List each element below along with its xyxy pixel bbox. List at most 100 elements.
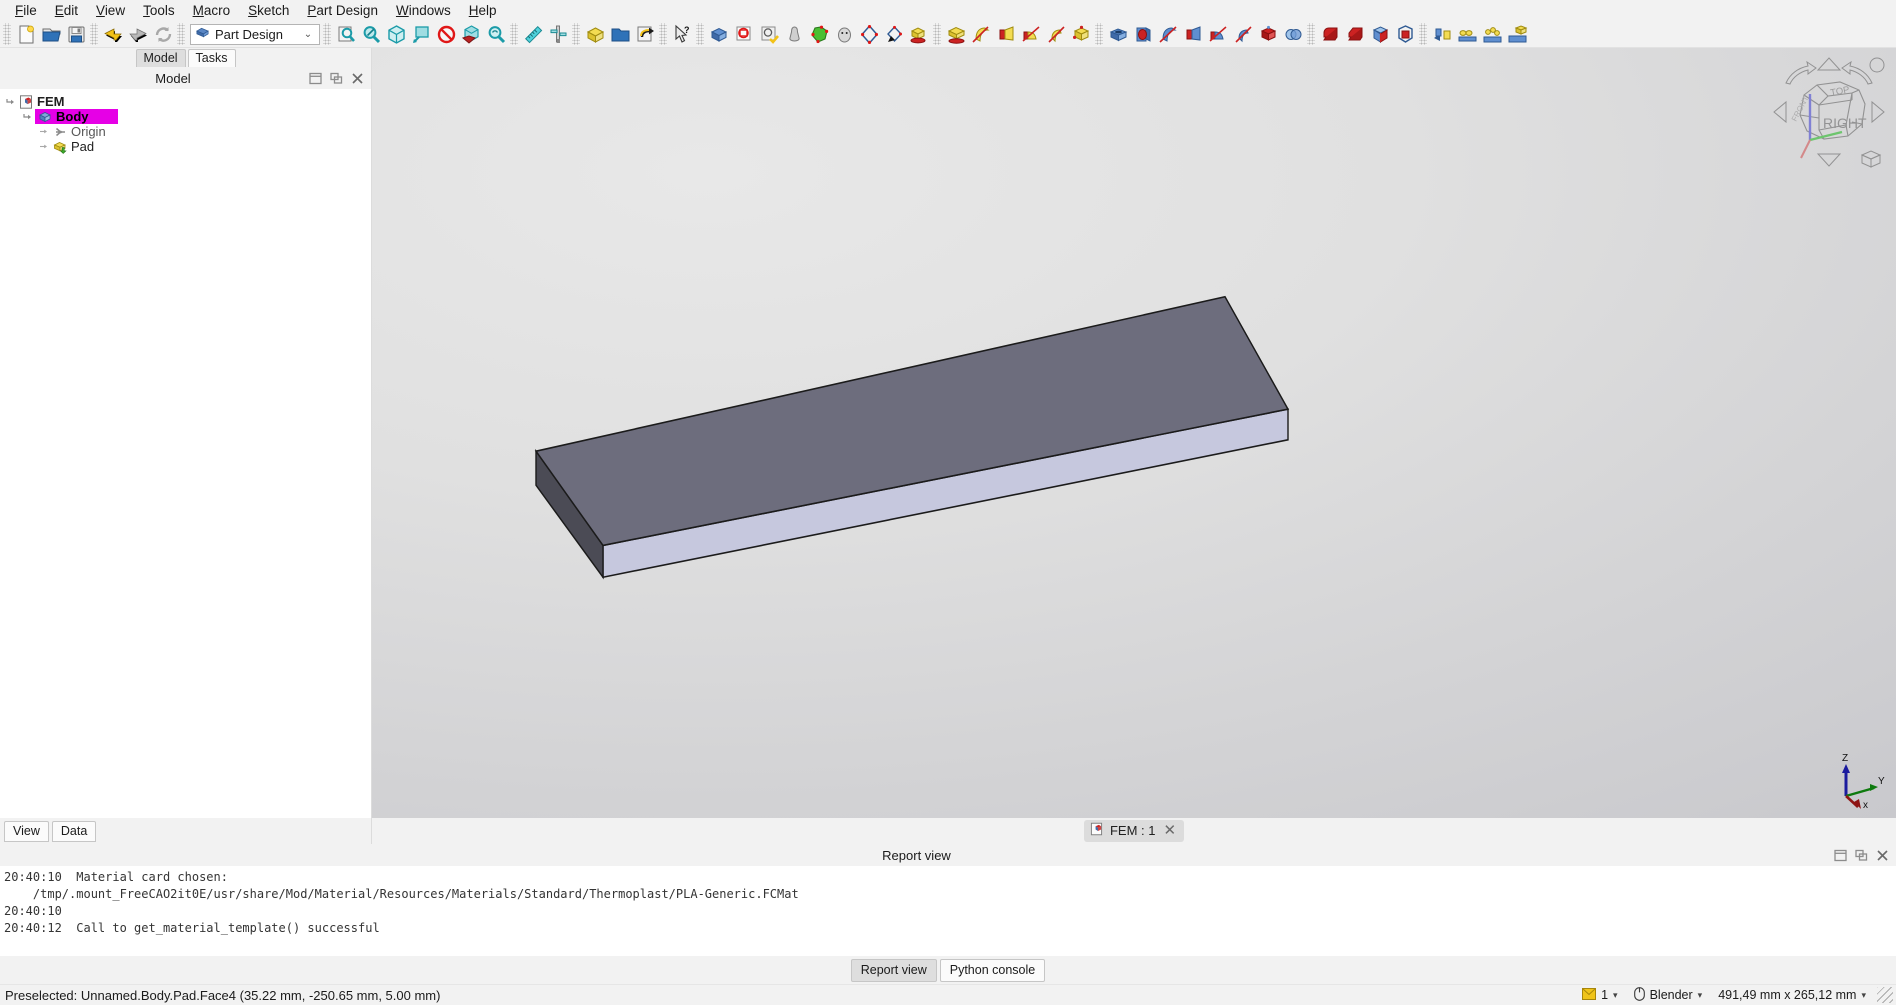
toolbar-handle-pd-helper[interactable] — [696, 23, 704, 45]
toolbar-handle-pd-additive[interactable] — [933, 23, 941, 45]
navigation-style-cell[interactable]: Blender ▾ — [1628, 985, 1709, 1005]
tab-model[interactable]: Model — [135, 49, 186, 67]
chevron-down-icon[interactable]: ▾ — [1698, 990, 1703, 1001]
expand-arrow-down-icon[interactable] — [19, 111, 35, 122]
section-cut-icon[interactable] — [459, 22, 484, 46]
subtractive-pipe-icon[interactable] — [1206, 22, 1231, 46]
dimension-cell[interactable]: 491,49 mm x 265,12 mm ▾ — [1712, 986, 1872, 1004]
expand-arrow-right-icon[interactable] — [36, 141, 52, 152]
refresh-icon[interactable] — [151, 22, 176, 46]
sub-object-shape-binder-icon[interactable] — [882, 22, 907, 46]
toolbar-handle-pd-dressup[interactable] — [1307, 23, 1315, 45]
close-panel-icon[interactable] — [350, 71, 365, 86]
fillet-icon[interactable] — [1318, 22, 1343, 46]
tab-data[interactable]: Data — [51, 820, 97, 842]
menu-view[interactable]: View — [87, 2, 134, 19]
navigation-cube[interactable]: TOP FRONT RIGHT — [1770, 52, 1888, 172]
tree-item-fem[interactable]: FEM — [0, 94, 371, 109]
menu-help[interactable]: Help — [460, 2, 506, 19]
part-box-icon[interactable] — [583, 22, 608, 46]
fit-selection-icon[interactable] — [359, 22, 384, 46]
pocket-icon[interactable] — [1106, 22, 1131, 46]
toolbar-handle-structure[interactable] — [572, 23, 580, 45]
report-view-output[interactable]: 20:40:10 Material card chosen: /tmp/.mou… — [0, 866, 1896, 956]
chevron-down-icon[interactable]: ⌄ — [299, 29, 317, 40]
additive-box-icon[interactable] — [1069, 22, 1094, 46]
draft-icon[interactable] — [1368, 22, 1393, 46]
restore-panel-icon[interactable] — [308, 71, 323, 86]
create-sketch-icon[interactable] — [732, 22, 757, 46]
group-folder-icon[interactable] — [608, 22, 633, 46]
resize-grip[interactable] — [1877, 987, 1893, 1003]
subtractive-box-icon[interactable] — [1256, 22, 1281, 46]
redo-arrow-icon[interactable] — [126, 22, 151, 46]
edit-sketch-icon[interactable] — [757, 22, 782, 46]
toolbar-handle-measure[interactable] — [510, 23, 518, 45]
toolbar-handle-pd-pattern[interactable] — [1419, 23, 1427, 45]
clipping-plane-icon[interactable] — [434, 22, 459, 46]
toolbar-handle-selection[interactable] — [659, 23, 667, 45]
open-folder-icon[interactable] — [39, 22, 64, 46]
revolution-icon[interactable] — [969, 22, 994, 46]
zoom-icon[interactable] — [484, 22, 509, 46]
tab-view[interactable]: View — [4, 820, 49, 842]
expand-arrow-right-icon[interactable] — [36, 126, 52, 137]
tree-item-pad[interactable]: Pad — [0, 139, 371, 154]
menu-sketch[interactable]: Sketch — [239, 2, 298, 19]
subtractive-loft-icon[interactable] — [1181, 22, 1206, 46]
additive-pipe-icon[interactable] — [1019, 22, 1044, 46]
save-icon[interactable] — [64, 22, 89, 46]
toolbar-handle-workbench[interactable] — [177, 23, 185, 45]
pad-icon[interactable] — [944, 22, 969, 46]
attachment-icon[interactable] — [782, 22, 807, 46]
chevron-down-icon[interactable]: ▾ — [1613, 990, 1618, 1001]
link-icon[interactable] — [633, 22, 658, 46]
workbench-selector[interactable]: Part Design ⌄ — [190, 23, 320, 45]
restore-panel-icon[interactable] — [1833, 848, 1848, 863]
float-panel-icon[interactable] — [1854, 848, 1869, 863]
additive-loft-icon[interactable] — [994, 22, 1019, 46]
groove-icon[interactable] — [1156, 22, 1181, 46]
additive-helix-icon[interactable] — [1044, 22, 1069, 46]
menu-windows[interactable]: Windows — [387, 2, 460, 19]
create-body-icon[interactable] — [707, 22, 732, 46]
close-icon[interactable]: ✕ — [1162, 823, 1177, 838]
menu-macro[interactable]: Macro — [184, 2, 240, 19]
chevron-down-icon[interactable]: ▾ — [1861, 990, 1866, 1001]
draw-style-icon[interactable] — [384, 22, 409, 46]
expand-arrow-down-icon[interactable] — [2, 96, 18, 107]
fit-all-icon[interactable] — [334, 22, 359, 46]
float-panel-icon[interactable] — [329, 71, 344, 86]
clone-icon[interactable] — [907, 22, 932, 46]
chamfer-icon[interactable] — [1343, 22, 1368, 46]
tab-tasks[interactable]: Tasks — [187, 49, 236, 67]
menu-part-design[interactable]: Part Design — [298, 2, 387, 19]
tree-item-origin[interactable]: Origin — [0, 124, 371, 139]
menu-file[interactable]: FFileile — [6, 2, 46, 19]
pad-solid[interactable] — [372, 48, 1896, 818]
box-selection-icon[interactable] — [409, 22, 434, 46]
model-tree[interactable]: FEM Body Origin Pad — [0, 89, 371, 818]
close-panel-icon[interactable] — [1875, 848, 1890, 863]
thickness-icon[interactable] — [1393, 22, 1418, 46]
sheep-icon[interactable] — [832, 22, 857, 46]
hole-icon[interactable] — [1131, 22, 1156, 46]
toolbar-handle-pd-subtractive[interactable] — [1095, 23, 1103, 45]
toolbar-handle-edit[interactable] — [90, 23, 98, 45]
toolbar-handle-file[interactable] — [3, 23, 11, 45]
boolean-icon[interactable] — [1281, 22, 1306, 46]
caliper-icon[interactable] — [546, 22, 571, 46]
mdi-tab-fem[interactable]: FEM : 1 ✕ — [1083, 820, 1185, 842]
subtractive-helix-icon[interactable] — [1231, 22, 1256, 46]
unit-cell[interactable]: 1 ▾ — [1576, 986, 1623, 1005]
mirrored-icon[interactable] — [1430, 22, 1455, 46]
polar-pattern-icon[interactable] — [1480, 22, 1505, 46]
undo-arrow-icon[interactable] — [101, 22, 126, 46]
new-document-icon[interactable] — [14, 22, 39, 46]
toolbar-handle-view[interactable] — [323, 23, 331, 45]
tab-python-console[interactable]: Python console — [939, 958, 1046, 982]
multi-transform-icon[interactable] — [1505, 22, 1530, 46]
tab-report-view[interactable]: Report view — [850, 958, 937, 982]
validate-sketch-icon[interactable] — [807, 22, 832, 46]
3d-viewport[interactable]: TOP FRONT RIGHT Z Y x — [372, 48, 1896, 818]
